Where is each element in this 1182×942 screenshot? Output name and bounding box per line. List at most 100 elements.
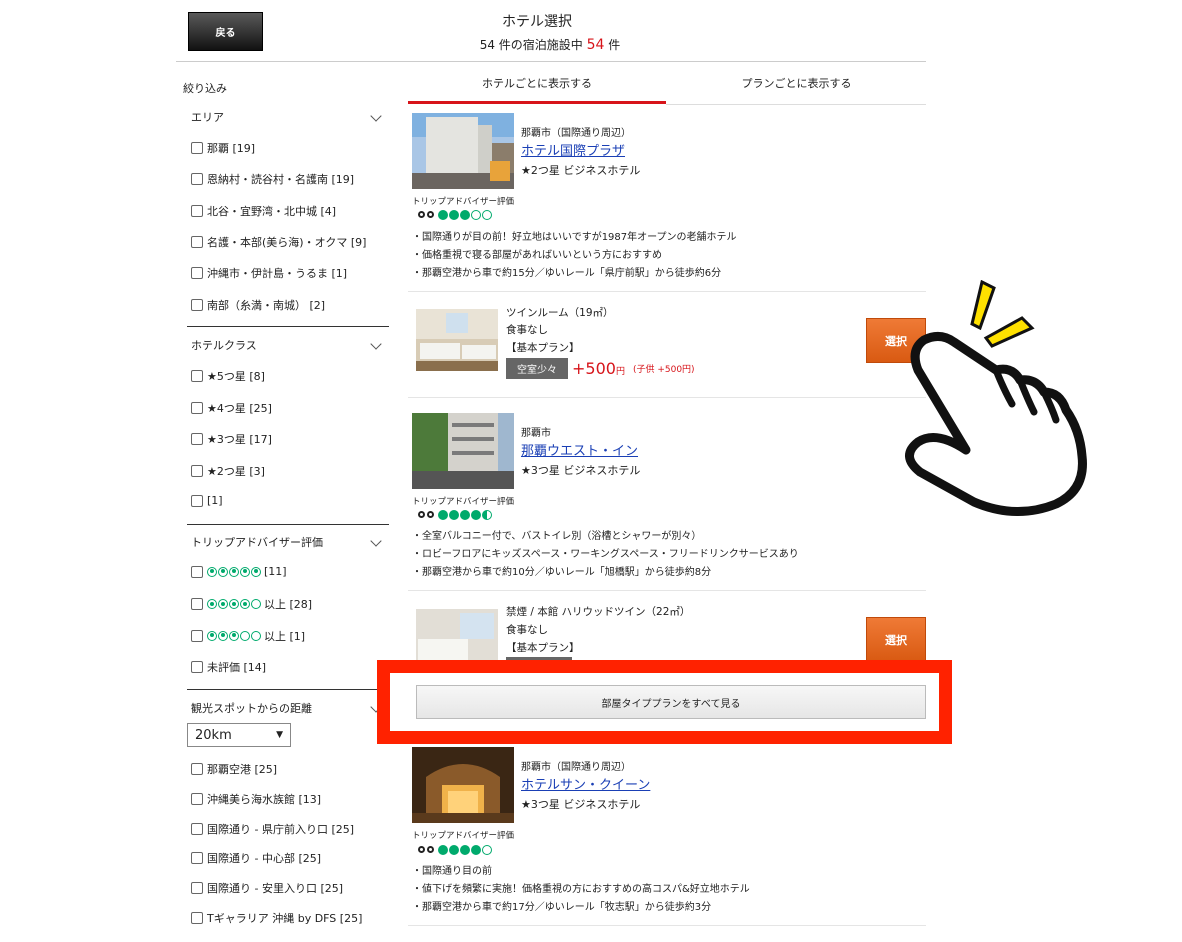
checkbox[interactable] [191,401,203,414]
select-button[interactable]: 選択 [866,617,926,662]
filter-option[interactable]: ★4つ星 [25] [191,400,272,416]
feature-item: ・ロビーフロアにキッズスペース・ワーキングスペース・フリードリンクサービスあり [412,549,799,560]
plan-price-row: 空室少々 +500円 (子供 +500円) [506,358,695,379]
filter-option-label: [1] [207,494,223,507]
chevron-down-icon[interactable] [370,535,382,547]
filter-option-label: ★4つ星 [25] [207,401,272,415]
chevron-down-icon[interactable] [370,110,382,122]
tripadvisor-label: トリップアドバイザー評価 [412,831,515,841]
rating-bubble-icon [251,599,261,610]
rating-bubbles [207,599,261,610]
filter-option[interactable]: [11] [191,565,287,578]
filter-option-label: 那覇 [19] [207,142,256,155]
hotel-building-image [412,413,514,489]
distance-filter-title[interactable]: 観光スポットからの距離 [191,700,371,716]
filter-option[interactable]: 国際通り - 県庁前入り口 [25] [191,821,354,837]
filter-option[interactable]: 北谷・宜野湾・北中城 [4] [191,203,336,219]
hotel-features: ・国際通り目の前 ・値下げを頻繁に実施！価格重視の方におすすめの高コスパ&好立地… [412,863,912,917]
checkbox[interactable] [191,822,203,835]
rating-bubble-icon [251,566,261,577]
checkbox[interactable] [191,763,203,775]
hotel-photo[interactable] [412,747,514,823]
rating-bubble-icon [229,599,239,610]
chevron-down-icon[interactable] [370,338,382,350]
divider [187,326,389,327]
checkbox[interactable] [191,142,203,154]
filter-option[interactable]: 以上 [28] [191,596,312,612]
hotel-class: ★2つ星 ビジネスホテル [521,164,641,177]
checkbox[interactable] [191,464,203,477]
filter-option[interactable]: 沖縄美ら海水族館 [13] [191,791,321,807]
checkbox[interactable] [191,852,203,865]
hotel-name-link[interactable]: 那覇ウエスト・イン [521,440,638,459]
filter-option[interactable]: 未評価 [14] [191,659,266,675]
rating-bubble-icon [207,566,217,577]
hotel-photo[interactable] [412,113,514,189]
filter-option[interactable]: 那覇空港 [25] [191,761,277,777]
filter-option[interactable]: 沖縄市・伊計島・うるま [1] [191,265,347,281]
hotel-class: ★3つ星 ビジネスホテル [521,464,641,477]
checkbox[interactable] [191,267,203,280]
filter-option[interactable]: Tギャラリア 沖縄 by DFS [25] [191,910,362,926]
checkbox[interactable] [191,204,203,217]
checkbox[interactable] [191,370,203,382]
filter-option-label: 以上 [28] [264,598,313,612]
vacancy-badge: 空室少々 [506,358,568,379]
distance-select[interactable]: 20km ▼ [187,723,291,747]
filter-option-label: 以上 [1] [264,629,306,643]
filter-option-label: ★3つ星 [17] [207,433,272,446]
rating-bubble-icon [218,630,228,641]
filter-option-label: 国際通り - 県庁前入り口 [25] [207,822,355,836]
checkbox[interactable] [191,433,203,445]
filter-option[interactable]: 国際通り - 安里入り口 [25] [191,880,343,896]
filter-option[interactable]: 以上 [1] [191,628,305,644]
feature-item: ・価格重視で寝る部屋があればいいという方におすすめ [412,250,662,261]
rating-bubble-icon [471,210,481,220]
checkbox[interactable] [191,565,203,578]
filter-option[interactable]: 名護・本部(美ら海)・オクマ [9] [191,234,366,250]
rating-bubble-icon [449,845,459,855]
checkbox[interactable] [191,598,203,611]
checkbox[interactable] [191,173,203,186]
checkbox[interactable] [191,629,203,642]
tab-by-plan[interactable]: プランごとに表示する [667,62,926,104]
room-photo[interactable] [416,609,498,661]
rating-bubble-icon [482,845,492,855]
filter-option[interactable]: ★2つ星 [3] [191,463,265,479]
back-button[interactable]: 戻る [188,12,263,51]
hotel-name-link[interactable]: ホテルサン・クイーン [521,774,650,793]
hotel-area: 那覇市（国際通り周辺） [521,128,631,139]
checkbox[interactable] [191,792,203,805]
checkbox[interactable] [191,660,203,673]
page-title: ホテル選択 [502,14,572,30]
divider [187,689,389,690]
hotel-area: 那覇市（国際通り周辺） [521,762,631,773]
hotel-name-link[interactable]: ホテル国際プラザ [521,140,625,159]
tripadvisor-label: トリップアドバイザー評価 [412,197,515,207]
checkbox[interactable] [191,235,203,248]
room-photo[interactable] [416,309,498,371]
rating-bubbles [438,510,492,520]
filter-option[interactable]: 那覇 [19] [191,140,255,156]
filter-option[interactable]: [1] [191,494,223,507]
meal-info: 食事なし [506,624,548,636]
checkbox[interactable] [191,298,203,311]
tripadvisor-filter-title[interactable]: トリップアドバイザー評価 [191,534,371,550]
filter-option[interactable]: ★5つ星 [8] [191,368,265,384]
filter-option[interactable]: 恩納村・読谷村・名護南 [19] [191,171,354,187]
checkbox[interactable] [191,912,203,924]
filter-option[interactable]: 南部（糸満・南城） [2] [191,297,325,313]
feature-item: ・全室バルコニー付で、バストイレ別（浴槽とシャワーが別々） [412,531,702,542]
hotel-photo[interactable] [412,413,514,489]
filter-option[interactable]: 国際通り - 中心部 [25] [191,850,321,866]
rating-bubble-icon [207,599,217,610]
hotel-building-image [412,113,514,189]
hotel-rating [418,845,495,855]
plan-price: +500円 [572,359,625,378]
filter-option[interactable]: ★3つ星 [17] [191,431,272,447]
area-filter-title[interactable]: エリア [191,109,371,125]
checkbox[interactable] [191,882,203,895]
tab-by-hotel[interactable]: ホテルごとに表示する [408,62,666,104]
hotel-class-filter-title[interactable]: ホテルクラス [191,337,371,353]
checkbox[interactable] [191,494,203,507]
